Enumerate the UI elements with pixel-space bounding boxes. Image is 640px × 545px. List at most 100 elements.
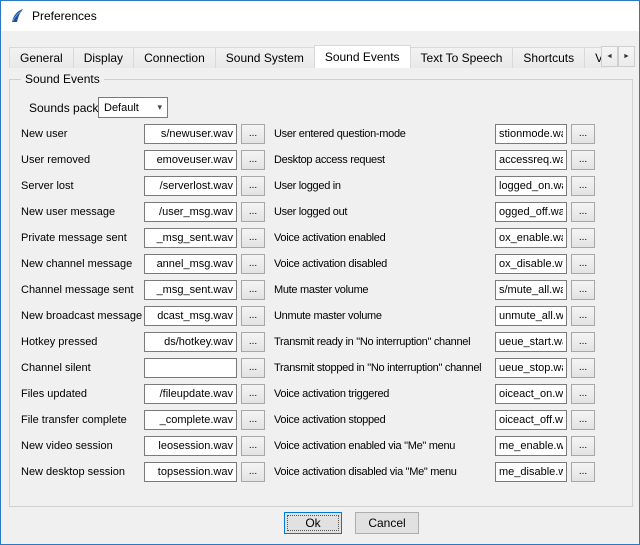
sound-event-row: Voice activation enabled... (274, 228, 595, 248)
sound-file-input[interactable] (144, 306, 237, 326)
sound-file-input[interactable] (495, 124, 567, 144)
ok-button[interactable]: Ok (284, 512, 342, 534)
browse-button[interactable]: ... (241, 306, 265, 326)
sound-event-label: Desktop access request (274, 154, 495, 166)
tab-connection[interactable]: Connection (133, 47, 216, 68)
tab-scroll-right-button[interactable]: ► (618, 46, 635, 67)
sound-event-label: User entered question-mode (274, 128, 495, 140)
browse-button[interactable]: ... (241, 176, 265, 196)
browse-button[interactable]: ... (571, 150, 595, 170)
sound-event-row: Mute master volume... (274, 280, 595, 300)
browse-button[interactable]: ... (241, 150, 265, 170)
sound-event-row: New user message... (21, 202, 265, 222)
sound-file-input[interactable] (495, 306, 567, 326)
sound-event-label: User logged out (274, 206, 495, 218)
sound-file-input[interactable] (144, 358, 237, 378)
browse-button[interactable]: ... (571, 228, 595, 248)
sound-event-row: User removed... (21, 150, 265, 170)
sound-file-input[interactable] (144, 176, 237, 196)
sound-file-input[interactable] (495, 202, 567, 222)
browse-button[interactable]: ... (241, 358, 265, 378)
sound-event-label: New user (21, 128, 144, 140)
sound-file-input[interactable] (495, 358, 567, 378)
sound-file-input[interactable] (495, 384, 567, 404)
tab-display[interactable]: Display (73, 47, 134, 68)
browse-button[interactable]: ... (241, 332, 265, 352)
sound-event-row: Voice activation disabled... (274, 254, 595, 274)
browse-button[interactable]: ... (571, 462, 595, 482)
sound-file-input[interactable] (144, 332, 237, 352)
browse-button[interactable]: ... (241, 124, 265, 144)
sound-file-input[interactable] (144, 280, 237, 300)
sound-file-input[interactable] (495, 332, 567, 352)
sound-file-input[interactable] (144, 228, 237, 248)
sound-file-input[interactable] (144, 124, 237, 144)
browse-button[interactable]: ... (571, 410, 595, 430)
sound-event-label: Voice activation disabled via "Me" menu (274, 466, 495, 478)
cancel-button[interactable]: Cancel (355, 512, 419, 534)
browse-button[interactable]: ... (571, 306, 595, 326)
browse-button[interactable]: ... (571, 384, 595, 404)
sounds-pack-label: Sounds pack (29, 101, 98, 115)
sound-file-input[interactable] (495, 410, 567, 430)
sound-file-input[interactable] (144, 384, 237, 404)
sound-event-row: Voice activation triggered... (274, 384, 595, 404)
tab-general[interactable]: General (9, 47, 74, 68)
browse-button[interactable]: ... (571, 280, 595, 300)
sound-file-input[interactable] (495, 228, 567, 248)
sound-event-label: Mute master volume (274, 284, 495, 296)
browse-button[interactable]: ... (571, 202, 595, 222)
browse-button[interactable]: ... (571, 358, 595, 378)
sound-event-row: Hotkey pressed... (21, 332, 265, 352)
sound-file-input[interactable] (144, 436, 237, 456)
tab-sound-system[interactable]: Sound System (215, 47, 315, 68)
tab-shortcuts[interactable]: Shortcuts (512, 47, 585, 68)
sound-file-input[interactable] (144, 202, 237, 222)
sound-file-input[interactable] (495, 280, 567, 300)
groupbox-title: Sound Events (21, 72, 104, 86)
sound-file-input[interactable] (495, 176, 567, 196)
tab-sound-events[interactable]: Sound Events (314, 45, 411, 68)
browse-button[interactable]: ... (241, 384, 265, 404)
sound-events-right-column: User entered question-mode... Desktop acc… (274, 124, 595, 488)
sound-event-row: Transmit stopped in "No interruption" ch… (274, 358, 595, 378)
sound-file-input[interactable] (495, 254, 567, 274)
browse-button[interactable]: ... (571, 436, 595, 456)
sound-event-label: Transmit ready in "No interruption" chan… (274, 336, 495, 348)
browse-button[interactable]: ... (241, 436, 265, 456)
browse-button[interactable]: ... (241, 202, 265, 222)
browse-button[interactable]: ... (241, 254, 265, 274)
browse-button[interactable]: ... (241, 462, 265, 482)
sound-events-left-column: New user...User removed...Server lost...… (21, 124, 265, 488)
sounds-pack-select[interactable]: Default ▾ (98, 97, 168, 118)
sounds-pack-value: Default (104, 102, 139, 114)
browse-button[interactable]: ... (241, 410, 265, 430)
sound-event-row: User entered question-mode... (274, 124, 595, 144)
tab-text-to-speech[interactable]: Text To Speech (410, 47, 514, 68)
sound-event-row: Voice activation enabled via "Me" menu..… (274, 436, 595, 456)
sound-event-row: User logged out... (274, 202, 595, 222)
tab-scroll-left-button[interactable]: ◄ (601, 46, 618, 67)
sound-event-label: Server lost (21, 180, 144, 192)
browse-button[interactable]: ... (571, 124, 595, 144)
sound-event-label: Voice activation triggered (274, 388, 495, 400)
sound-event-label: New broadcast message (21, 310, 144, 322)
sound-file-input[interactable] (495, 150, 567, 170)
sound-file-input[interactable] (144, 410, 237, 430)
sound-event-label: User logged in (274, 180, 495, 192)
tab-bar: GeneralDisplayConnectionSound SystemSoun… (9, 45, 609, 68)
browse-button[interactable]: ... (241, 280, 265, 300)
sound-event-row: New user... (21, 124, 265, 144)
sound-event-label: Voice activation disabled (274, 258, 495, 270)
sound-file-input[interactable] (144, 150, 237, 170)
browse-button[interactable]: ... (571, 332, 595, 352)
sound-file-input[interactable] (144, 462, 237, 482)
sound-file-input[interactable] (144, 254, 237, 274)
sound-event-label: Transmit stopped in "No interruption" ch… (274, 362, 495, 374)
sound-file-input[interactable] (495, 462, 567, 482)
browse-button[interactable]: ... (571, 176, 595, 196)
browse-button[interactable]: ... (241, 228, 265, 248)
browse-button[interactable]: ... (571, 254, 595, 274)
sound-file-input[interactable] (495, 436, 567, 456)
sound-event-label: New user message (21, 206, 144, 218)
